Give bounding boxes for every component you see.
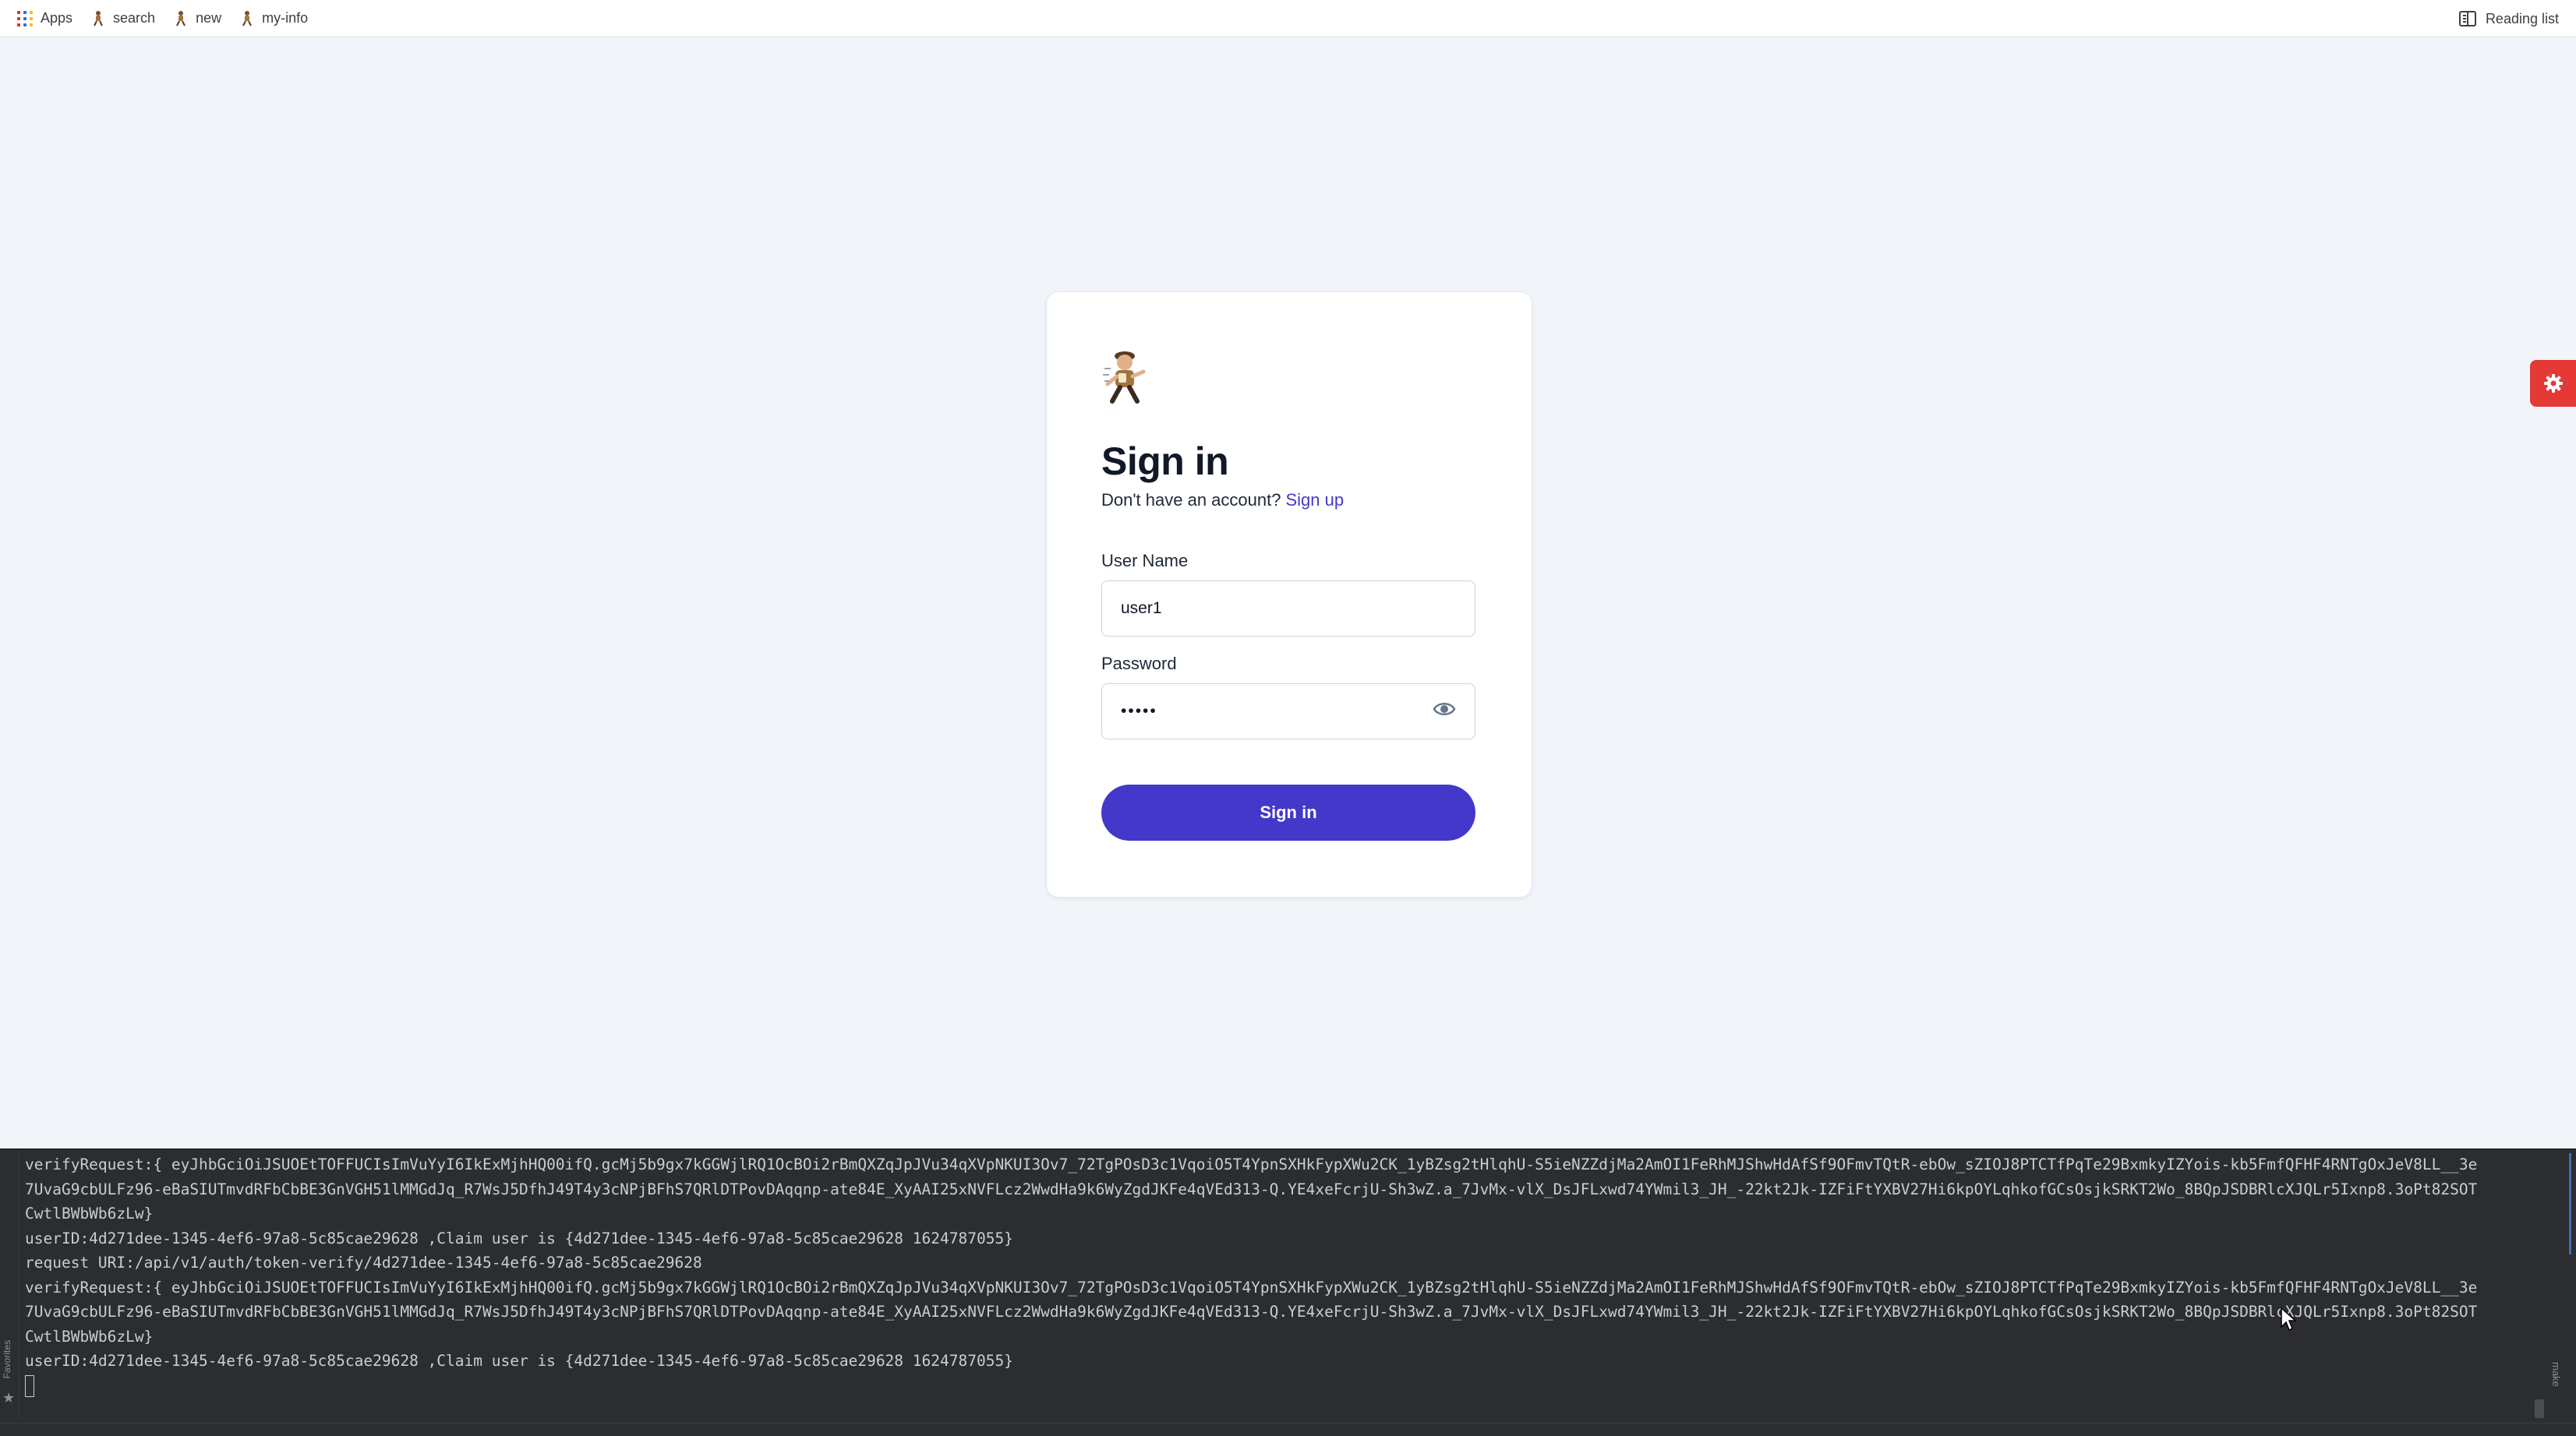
bookmark-label: my-info	[262, 10, 309, 26]
runner-icon	[242, 10, 252, 26]
terminal-scrollbar[interactable]	[2535, 1399, 2544, 1418]
reading-list-label: Reading list	[2485, 10, 2559, 26]
star-icon[interactable]: ★	[2, 1390, 15, 1406]
username-label: User Name	[1101, 551, 1189, 570]
reading-list-icon	[2458, 11, 2476, 26]
apps-grid-icon	[17, 10, 33, 26]
bookmark-apps[interactable]: Apps	[17, 0, 72, 37]
page-title: Sign in	[1101, 439, 1229, 483]
reading-list-button[interactable]: Reading list	[2458, 0, 2559, 37]
terminal-right-edge	[2569, 1153, 2571, 1254]
text-cursor	[25, 1375, 34, 1397]
settings-tab[interactable]	[2530, 360, 2576, 407]
terminal-line: request URI:/api/v1/auth/token-verify/4d…	[25, 1254, 702, 1272]
bookmark-new[interactable]: new	[174, 0, 221, 37]
terminal-line: userID:4d271dee-1345-4ef6-97a8-5c85cae29…	[25, 1229, 1013, 1247]
mouse-pointer-icon	[2281, 1307, 2297, 1332]
gear-icon	[2543, 374, 2563, 393]
no-account-text: Don't have an account?	[1101, 490, 1281, 510]
password-label: Password	[1101, 654, 1177, 673]
bookmark-label: search	[113, 10, 156, 26]
terminal-line: userID:4d271dee-1345-4ef6-97a8-5c85cae29…	[25, 1352, 1013, 1370]
terminal-prompt[interactable]	[25, 1374, 2535, 1399]
username-input[interactable]	[1101, 580, 1475, 637]
signin-button[interactable]: Sign in	[1101, 785, 1475, 841]
password-input[interactable]	[1101, 683, 1475, 739]
bookmark-my-info[interactable]: my-info	[240, 0, 308, 37]
runner-logo-icon	[1103, 351, 1146, 404]
runner-icon	[176, 10, 186, 26]
signin-card: Sign in Don't have an account? Sign up Us…	[1046, 291, 1532, 898]
eye-icon[interactable]	[1433, 697, 1456, 721]
make-tab[interactable]: make	[2550, 1362, 2562, 1387]
bookmarks-bar: Apps search new my-info Reading list	[0, 0, 2576, 37]
terminal-line: CwtlBWbWb6zLw}	[25, 1327, 154, 1346]
signup-prompt: Don't have an account? Sign up	[1101, 490, 1344, 510]
favorites-tab[interactable]: Favorites	[2, 1340, 12, 1378]
signup-link[interactable]: Sign up	[1285, 490, 1344, 510]
terminal-output[interactable]: verifyRequest:{ eyJhbGciOiJSUOEtTOFFUCIs…	[25, 1152, 2535, 1398]
terminal-line: 7UvaG9cbULFz96-eBaSIUTmvdRFbCbBE3GnVGH51…	[25, 1180, 2478, 1198]
bookmark-label: new	[196, 10, 222, 26]
bookmark-search[interactable]: search	[91, 0, 155, 37]
terminal-line: 7UvaG9cbULFz96-eBaSIUTmvdRFbCbBE3GnVGH51…	[25, 1303, 2478, 1321]
terminal-line: verifyRequest:{ eyJhbGciOiJSUOEtTOFFUCIs…	[25, 1278, 2478, 1297]
tool-window-bar	[0, 1423, 2576, 1436]
terminal-line: CwtlBWbWb6zLw}	[25, 1205, 154, 1223]
bookmark-label: Apps	[41, 10, 73, 26]
terminal-line: verifyRequest:{ eyJhbGciOiJSUOEtTOFFUCIs…	[25, 1156, 2478, 1173]
runner-icon	[94, 10, 103, 26]
